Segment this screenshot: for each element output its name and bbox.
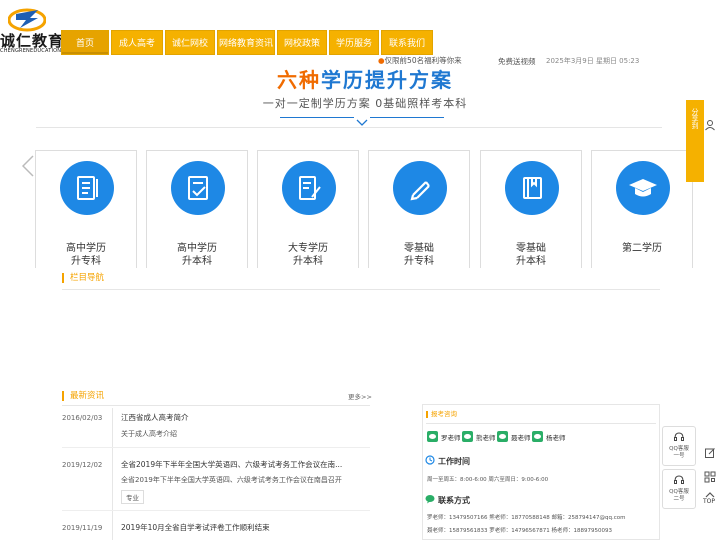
nav-online-school[interactable]: 诚仁网校	[165, 30, 215, 55]
headset-icon	[673, 431, 685, 446]
section-divider	[36, 127, 662, 128]
qq-label: 一号	[673, 453, 685, 459]
brand-subtitle: CHENGRENEDUCATION	[0, 48, 62, 54]
chat-icon	[425, 494, 435, 506]
program-card[interactable]: 大专学历 升本科	[257, 150, 359, 268]
wechat-teacher-button[interactable]: 聂老师	[497, 431, 531, 442]
pencil-icon	[393, 161, 447, 215]
headset-icon	[673, 474, 685, 489]
divider-left	[280, 117, 354, 118]
chevron-down-icon	[356, 112, 368, 126]
nav-label: 诚仁网校	[171, 39, 208, 49]
news-title[interactable]: 全省2019年下半年全国大学英语四、六级考试考务工作会议在南...	[121, 459, 342, 470]
back-to-top-label[interactable]: TOP	[703, 498, 715, 505]
divider-right	[370, 117, 444, 118]
hours-title: 工作时间	[438, 456, 470, 466]
nav-label: 成人高考	[118, 39, 155, 49]
timeline-line	[112, 408, 113, 540]
contact-title: 联系方式	[438, 495, 470, 505]
consult-title: 报考咨询	[426, 411, 457, 418]
program-card[interactable]: 零基础 升本科	[480, 150, 582, 268]
contact-line: 罗老师：13479507166 熊老师：18770588148 邮箱：25879…	[427, 515, 626, 521]
news-separator	[62, 447, 370, 448]
nav-adult-exam[interactable]: 成人高考	[111, 30, 163, 55]
news-desc: 全省2019年下半年全国大学英语四、六级考试考务工作会议在南昌召开	[121, 476, 342, 484]
teacher-name: 熊老师	[476, 433, 496, 442]
card-subtitle: 升专科	[71, 256, 101, 267]
qq-service-1[interactable]: QQ客服 一号	[662, 426, 696, 466]
nav-label: 联系我们	[388, 39, 425, 49]
card-subtitle: 升本科	[293, 256, 323, 267]
wechat-icon	[497, 431, 508, 442]
edit-document-icon	[282, 161, 336, 215]
news-date: 2016/02/03	[62, 414, 103, 422]
contact-line: 聂老师：15879561833 罗老师：14796567871 杨老师：1889…	[427, 528, 612, 534]
program-card[interactable]: 第二学历	[591, 150, 693, 268]
qq-service-2[interactable]: QQ客服 二号	[662, 469, 696, 509]
user-icon[interactable]	[704, 116, 716, 131]
hero-title-b: 学历提升方案	[321, 68, 453, 92]
checklist-icon	[171, 161, 225, 215]
contact-heading: 联系方式	[425, 494, 470, 506]
news-title[interactable]: 江西省成人高考简介	[121, 412, 189, 423]
share-label: 分享到	[691, 108, 699, 129]
hero-title-a: 六种	[277, 68, 321, 92]
edit-icon[interactable]	[704, 444, 716, 458]
program-card[interactable]: 高中学历 升专科	[35, 150, 137, 268]
qq-label: 二号	[673, 496, 685, 502]
wechat-icon	[532, 431, 543, 442]
teacher-name: 杨老师	[546, 433, 566, 442]
wechat-teacher-button[interactable]: 罗老师	[427, 431, 461, 442]
card-subtitle: 升专科	[404, 256, 434, 267]
section-divider	[62, 289, 660, 290]
card-title: 第二学历	[622, 243, 662, 254]
nav-online-news[interactable]: 网络教育资讯	[217, 30, 275, 55]
nav-label: 首页	[75, 39, 94, 49]
section-divider	[426, 423, 656, 424]
qq-label: QQ客服	[669, 446, 689, 452]
card-subtitle: 升本科	[182, 256, 212, 267]
share-tab[interactable]: 分享到	[686, 100, 704, 182]
news-tag[interactable]: 专业	[121, 490, 144, 504]
news-date: 2019/12/02	[62, 461, 103, 469]
wechat-icon	[427, 431, 438, 442]
news-title[interactable]: 2019年10月全省自学考试评卷工作顺利结束	[121, 522, 270, 533]
card-subtitle: 升本科	[516, 256, 546, 267]
clock-icon	[425, 455, 435, 467]
nav-policy[interactable]: 网校政策	[277, 30, 327, 55]
nav-label: 学历服务	[335, 39, 372, 49]
carousel-prev-icon[interactable]	[21, 155, 34, 177]
program-card[interactable]: 零基础 升专科	[368, 150, 470, 268]
logo-icon[interactable]	[7, 6, 47, 32]
news-separator	[62, 510, 370, 511]
program-card[interactable]: 高中学历 升本科	[146, 150, 248, 268]
qq-label: QQ客服	[669, 489, 689, 495]
chevron-up-icon[interactable]	[704, 486, 716, 498]
hours-heading: 工作时间	[425, 455, 470, 467]
column-nav-title: 栏目导航	[62, 273, 104, 283]
more-news-link[interactable]: 更多>>	[348, 391, 372, 401]
wechat-teacher-button[interactable]: 熊老师	[462, 431, 496, 442]
news-desc: 关于成人高考介绍	[121, 430, 177, 438]
graduation-cap-icon	[616, 161, 670, 215]
nav-degree-service[interactable]: 学历服务	[329, 30, 379, 55]
nav-home[interactable]: 首页	[61, 30, 109, 55]
hero-subtitle: 一对一定制学历方案 0基础照样考本科	[262, 97, 468, 110]
latest-news-title: 最新资讯	[62, 391, 104, 401]
news-date: 2019/11/19	[62, 524, 103, 532]
hero-title: 六种学历提升方案	[0, 64, 720, 93]
teacher-name: 聂老师	[511, 433, 531, 442]
nav-label: 网络教育资讯	[218, 39, 273, 49]
section-divider	[62, 405, 370, 406]
document-list-icon	[60, 161, 114, 215]
wechat-teacher-button[interactable]: 杨老师	[532, 431, 566, 442]
nav-contact[interactable]: 联系我们	[381, 30, 433, 55]
nav-label: 网校政策	[283, 39, 320, 49]
qrcode-icon[interactable]	[704, 468, 716, 483]
wechat-icon	[462, 431, 473, 442]
work-hours: 周一至周五：8:00-6:00 周六至周日：9:00-6:00	[427, 477, 549, 483]
teacher-name: 罗老师	[441, 433, 461, 442]
book-icon	[505, 161, 559, 215]
